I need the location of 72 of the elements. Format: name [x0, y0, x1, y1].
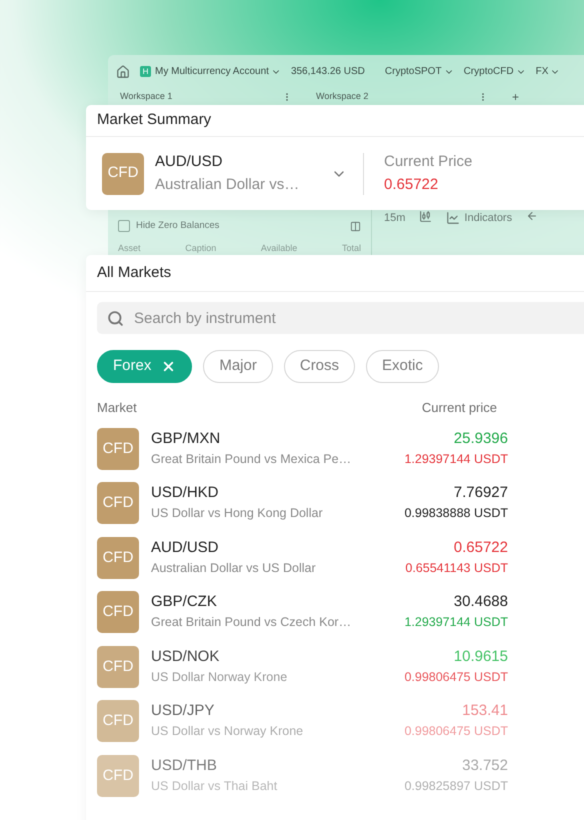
interval-button[interactable]: 15m	[384, 210, 406, 226]
market-menu[interactable]: CryptoSPOT	[384, 64, 454, 79]
usdt-price: 0.99825897 USDT	[404, 778, 508, 795]
current-price: 0.65722	[454, 538, 508, 558]
add-tab-button[interactable]: +	[500, 88, 532, 106]
columns-icon[interactable]	[350, 220, 361, 232]
checkbox[interactable]	[118, 220, 130, 232]
column-header: Market	[97, 399, 137, 417]
instrument-symbol: GBP/MXN	[151, 428, 222, 449]
instrument-description: Australian Dollar vs US Dollar	[151, 560, 317, 577]
usdt-price: 0.65541143 USDT	[405, 560, 508, 577]
instrument-description: US Dollar vs Norway Krone	[151, 723, 304, 740]
workspace-tab[interactable]: Workspace 2	[316, 90, 368, 104]
instrument-symbol: AUD/USD	[151, 538, 220, 558]
market-menu[interactable]: CryptoCFD	[464, 64, 526, 79]
instrument-description: Great Britain Pound vs Mexica Pe…	[151, 450, 352, 468]
checkbox-label[interactable]: Hide Zero Balances	[136, 218, 344, 234]
card-title: All Markets	[97, 262, 172, 283]
instrument-symbol: USD/THB	[151, 756, 218, 776]
current-price: 10.9615	[454, 646, 508, 667]
current-price: 33.752	[462, 756, 508, 776]
account-menu[interactable]: My Multicurrency Account	[155, 64, 281, 79]
current-price: 0.65722	[384, 174, 440, 194]
search-field[interactable]: Search by instrument	[97, 302, 584, 334]
current-price: 25.9396	[454, 428, 508, 449]
filter-chip[interactable]: Forex	[97, 350, 192, 383]
cfd-badge: CFD	[97, 482, 139, 524]
usdt-price: 0.99838888 USDT	[404, 505, 508, 522]
cfd-badge: CFD	[97, 428, 139, 470]
instrument-description: Great Britain Pound vs Czech Kor…	[151, 614, 352, 632]
arrow-left-icon[interactable]	[526, 210, 538, 222]
usdt-price: 0.99806475 USDT	[404, 723, 508, 740]
cfd-badge: CFD	[97, 700, 139, 742]
usdt-price: 0.99806475 USDT	[404, 668, 508, 686]
instrument-symbol: AUD/USD	[155, 152, 224, 172]
instrument-symbol: USD/JPY	[151, 701, 216, 722]
instrument-description: Australian Dollar vs…	[155, 174, 300, 194]
cfd-badge: CFD	[97, 646, 139, 688]
column-header: Current price	[422, 399, 497, 417]
column-header: Asset	[118, 242, 141, 255]
column-header: Available	[260, 242, 298, 255]
price-label: Current Price	[384, 152, 472, 172]
filter-chip[interactable]: Cross	[284, 350, 356, 383]
search-icon	[107, 310, 124, 327]
indicators-button[interactable]: Indicators	[464, 210, 512, 226]
current-price: 7.76927	[454, 483, 508, 504]
account-balance: 356,143.26 USD	[290, 65, 366, 79]
instrument-symbol: GBP/CZK	[151, 592, 218, 612]
instrument-symbol: USD/NOK	[151, 646, 220, 667]
usdt-price: 1.29397144 USDT	[404, 450, 508, 468]
card-title: Market Summary	[97, 110, 212, 130]
candlestick-icon[interactable]	[419, 210, 432, 223]
workspace-tab[interactable]: Workspace 1	[120, 90, 172, 104]
cfd-badge: CFD	[97, 591, 139, 634]
instrument-description: US Dollar vs Hong Kong Dollar	[151, 505, 324, 522]
cfd-badge: CFD	[97, 536, 139, 579]
home-icon[interactable]	[116, 64, 130, 78]
instrument-symbol: USD/HKD	[151, 483, 220, 504]
cfd-badge: CFD	[102, 152, 144, 194]
instrument-description: US Dollar Norway Krone	[151, 668, 288, 686]
instrument-description: US Dollar vs Thai Baht	[151, 778, 278, 795]
market-menu[interactable]: FX	[536, 64, 560, 79]
column-header: Caption	[185, 242, 216, 255]
current-price: 30.4688	[454, 592, 508, 612]
current-price: 153.41	[462, 701, 508, 722]
cfd-badge: CFD	[97, 754, 139, 797]
account-badge: H	[140, 66, 151, 77]
filter-chip[interactable]: Major	[203, 350, 273, 383]
usdt-price: 1.29397144 USDT	[404, 614, 508, 632]
filter-chip[interactable]: Exotic	[366, 350, 439, 383]
column-header: Total	[342, 242, 361, 255]
chart-icon	[446, 211, 460, 226]
